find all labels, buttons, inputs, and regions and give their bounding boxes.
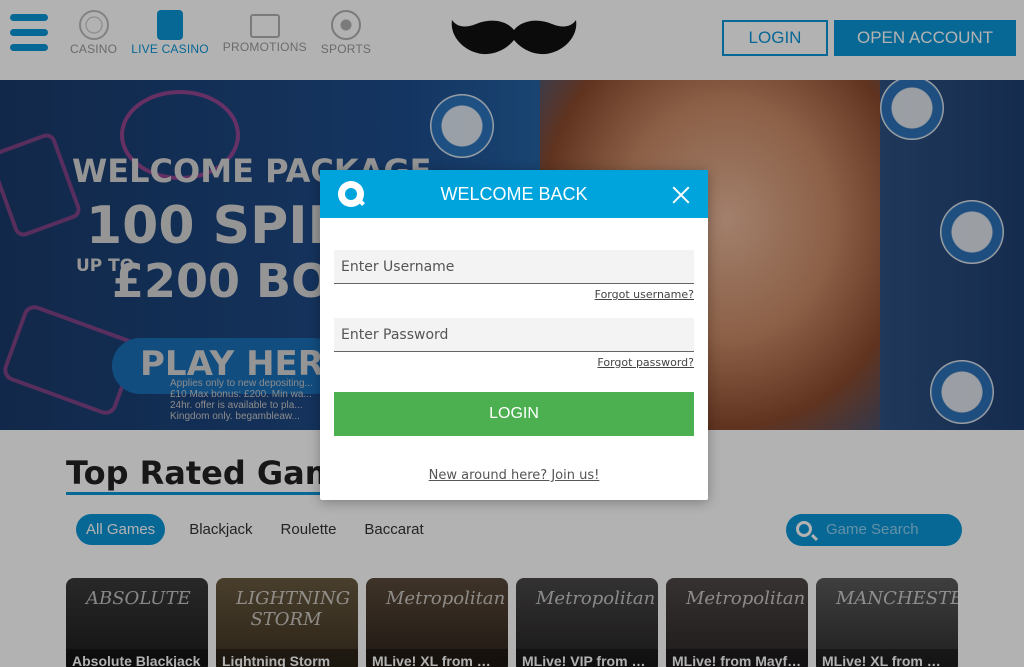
join-link[interactable]: New around here? Join us! <box>320 468 708 483</box>
username-field[interactable] <box>334 250 694 284</box>
forgot-password-link[interactable]: Forgot password? <box>597 356 694 369</box>
password-field[interactable] <box>334 318 694 352</box>
modal-header: WELCOME BACK <box>320 170 708 218</box>
login-modal: WELCOME BACK Forgot username? Forgot pas… <box>320 170 708 500</box>
modal-title: WELCOME BACK <box>440 184 588 204</box>
close-icon[interactable] <box>670 184 692 206</box>
forgot-username-link[interactable]: Forgot username? <box>595 288 694 301</box>
login-button[interactable]: LOGIN <box>334 392 694 436</box>
